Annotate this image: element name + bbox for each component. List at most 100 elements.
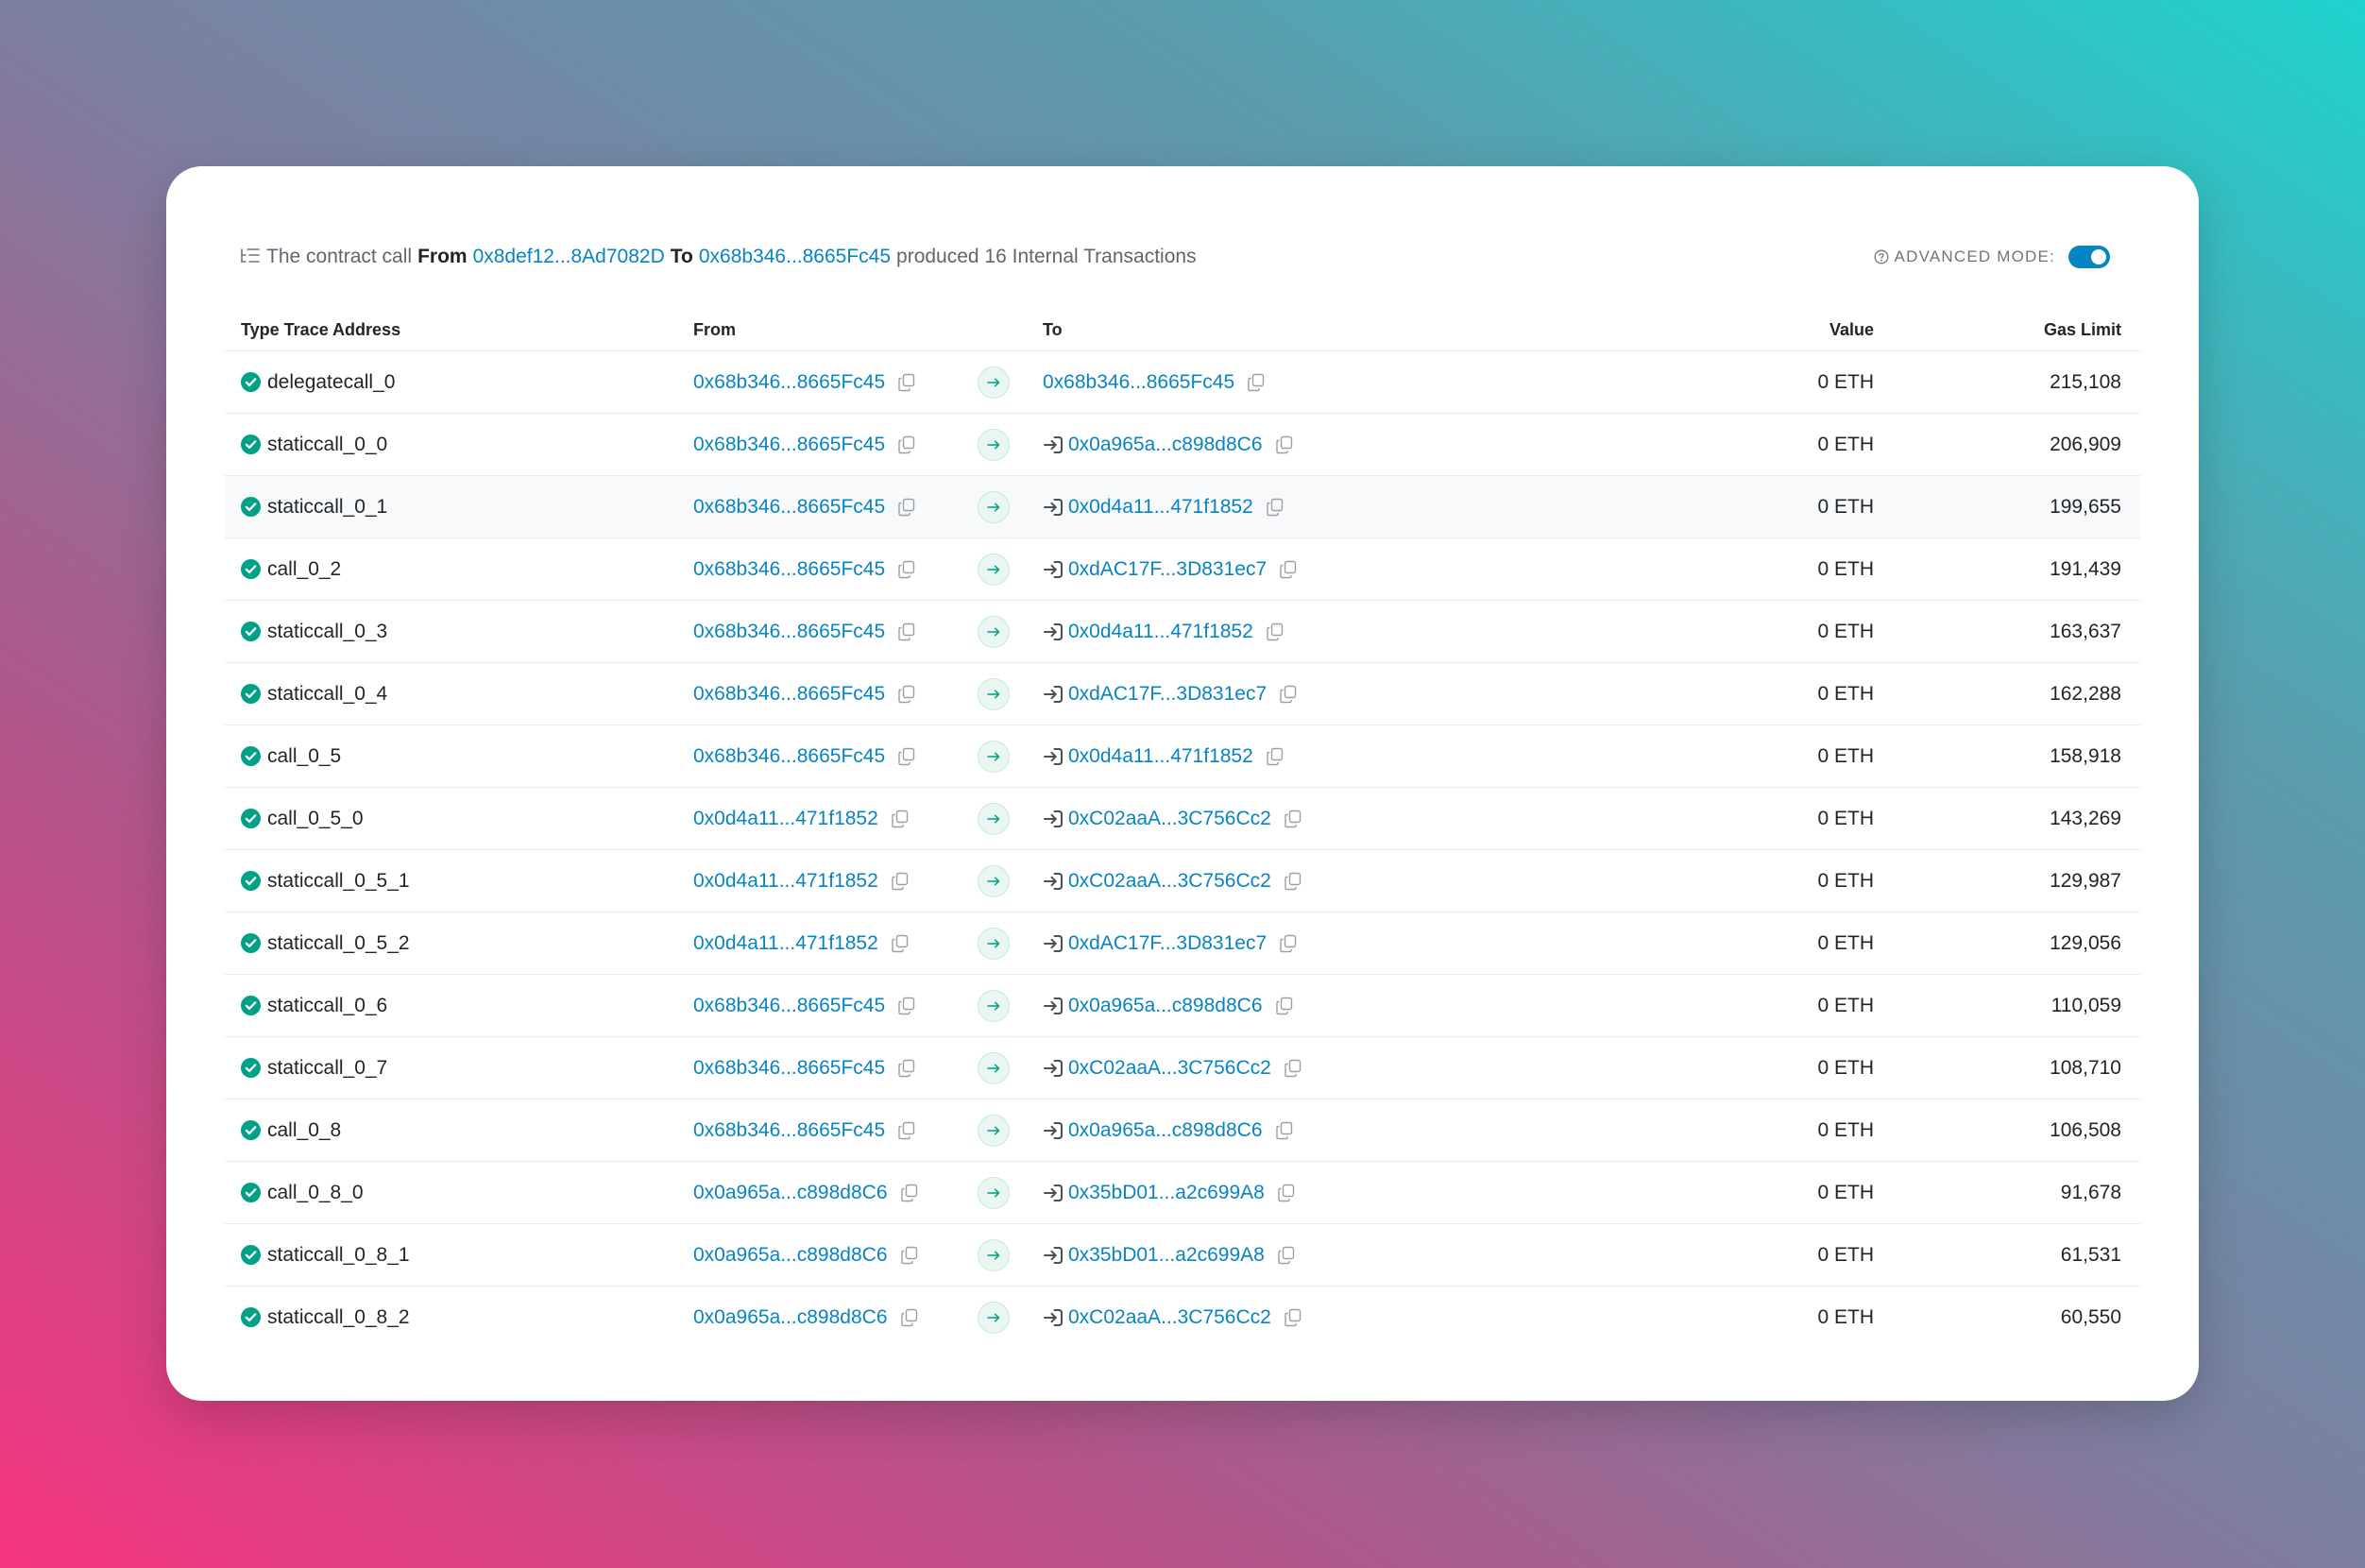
to-address-link[interactable]: 0x0a965a...c898d8C6 <box>1068 1119 1263 1142</box>
to-address-link[interactable]: 0x68b346...8665Fc45 <box>1043 371 1234 394</box>
from-address-link[interactable]: 0x68b346...8665Fc45 <box>693 683 885 706</box>
from-address-link[interactable]: 0x68b346...8665Fc45 <box>693 1119 885 1142</box>
from-address-link[interactable]: 0x68b346...8665Fc45 <box>693 558 885 581</box>
question-circle-icon[interactable] <box>1874 249 1889 264</box>
to-address-link[interactable]: 0x35bD01...a2c699A8 <box>1068 1182 1265 1204</box>
summary-to-address-link[interactable]: 0x68b346...8665Fc45 <box>699 246 891 268</box>
to-address-link[interactable]: 0x0d4a11...471f1852 <box>1068 745 1253 768</box>
from-address-link[interactable]: 0x68b346...8665Fc45 <box>693 434 885 456</box>
trace-type: staticcall_0_8_2 <box>267 1305 410 1328</box>
value-cell: 0 ETH <box>1817 476 1874 537</box>
from-address-link[interactable]: 0x0d4a11...471f1852 <box>693 808 878 830</box>
from-address-link[interactable]: 0x0d4a11...471f1852 <box>693 932 878 955</box>
type-cell: call_0_8 <box>241 1099 341 1161</box>
transaction-value: 0 ETH <box>1817 744 1874 767</box>
value-cell: 0 ETH <box>1817 788 1874 849</box>
from-address-link[interactable]: 0x68b346...8665Fc45 <box>693 371 885 394</box>
copy-icon[interactable] <box>1266 498 1285 517</box>
copy-icon[interactable] <box>1247 373 1266 392</box>
copy-icon[interactable] <box>1284 872 1302 891</box>
arrow-cell <box>978 1162 1010 1223</box>
trace-type: staticcall_0_0 <box>267 433 388 455</box>
copy-icon[interactable] <box>1266 747 1285 766</box>
to-address-link[interactable]: 0xC02aaA...3C756Cc2 <box>1068 808 1271 830</box>
gas-limit-cell: 206,909 <box>2050 414 2121 475</box>
copy-icon[interactable] <box>1279 934 1298 953</box>
from-address-link[interactable]: 0x0a965a...c898d8C6 <box>693 1244 888 1267</box>
copy-icon[interactable] <box>891 872 910 891</box>
copy-icon[interactable] <box>1277 1184 1296 1202</box>
gas-limit: 191,439 <box>2050 557 2121 580</box>
from-address-link[interactable]: 0x0d4a11...471f1852 <box>693 870 878 893</box>
enter-icon <box>1044 560 1063 578</box>
table-row: staticcall_0_5_1 0x0d4a11...471f1852 0xC… <box>225 850 2140 912</box>
table-row: delegatecall_0 0x68b346...8665Fc45 0x68b… <box>225 351 2140 414</box>
copy-icon[interactable] <box>897 373 916 392</box>
to-cell: 0x0d4a11...471f1852 <box>1043 725 1285 787</box>
from-address-link[interactable]: 0x0a965a...c898d8C6 <box>693 1306 888 1329</box>
table-row: staticcall_0_4 0x68b346...8665Fc45 0xdAC… <box>225 663 2140 725</box>
to-address-link[interactable]: 0xC02aaA...3C756Cc2 <box>1068 1057 1271 1080</box>
transaction-value: 0 ETH <box>1817 807 1874 829</box>
from-address-link[interactable]: 0x68b346...8665Fc45 <box>693 745 885 768</box>
type-cell: staticcall_0_1 <box>241 476 387 537</box>
copy-icon[interactable] <box>1284 1308 1302 1327</box>
copy-icon[interactable] <box>897 435 916 454</box>
trace-summary: The contract call From 0x8def12...8Ad708… <box>240 242 1202 272</box>
copy-icon[interactable] <box>900 1246 919 1265</box>
to-address-link[interactable]: 0x0a965a...c898d8C6 <box>1068 995 1263 1017</box>
enter-icon <box>1044 1308 1063 1326</box>
check-circle-icon <box>241 809 261 828</box>
to-address-link[interactable]: 0xdAC17F...3D831ec7 <box>1068 558 1267 581</box>
to-address-link[interactable]: 0x35bD01...a2c699A8 <box>1068 1244 1265 1267</box>
to-cell: 0xdAC17F...3D831ec7 <box>1043 663 1298 724</box>
copy-icon[interactable] <box>1266 622 1285 641</box>
arrow-right-icon <box>978 989 1010 1022</box>
copy-icon[interactable] <box>897 560 916 579</box>
copy-icon[interactable] <box>1275 435 1294 454</box>
copy-icon[interactable] <box>1275 997 1294 1015</box>
transaction-value: 0 ETH <box>1817 1056 1874 1079</box>
copy-icon[interactable] <box>1284 810 1302 828</box>
from-address-link[interactable]: 0x68b346...8665Fc45 <box>693 496 885 519</box>
enter-icon <box>1044 997 1063 1014</box>
summary-from-address-link[interactable]: 0x8def12...8Ad7082D <box>473 246 665 268</box>
transaction-value: 0 ETH <box>1817 869 1874 892</box>
copy-icon[interactable] <box>1284 1059 1302 1078</box>
copy-icon[interactable] <box>1277 1246 1296 1265</box>
copy-icon[interactable] <box>897 498 916 517</box>
advanced-mode-toggle[interactable] <box>2068 246 2110 268</box>
to-address-link[interactable]: 0x0d4a11...471f1852 <box>1068 496 1253 519</box>
copy-icon[interactable] <box>897 1121 916 1140</box>
from-address-link[interactable]: 0x68b346...8665Fc45 <box>693 995 885 1017</box>
copy-icon[interactable] <box>897 685 916 704</box>
to-address-link[interactable]: 0x0d4a11...471f1852 <box>1068 621 1253 643</box>
copy-icon[interactable] <box>897 997 916 1015</box>
gas-limit: 163,637 <box>2050 620 2121 642</box>
copy-icon[interactable] <box>1275 1121 1294 1140</box>
from-cell: 0x68b346...8665Fc45 <box>693 975 916 1036</box>
from-address-link[interactable]: 0x68b346...8665Fc45 <box>693 621 885 643</box>
gas-limit: 106,508 <box>2050 1118 2121 1141</box>
to-address-link[interactable]: 0x0a965a...c898d8C6 <box>1068 434 1263 456</box>
copy-icon[interactable] <box>897 1059 916 1078</box>
copy-icon[interactable] <box>897 747 916 766</box>
copy-icon[interactable] <box>891 934 910 953</box>
from-address-link[interactable]: 0x0a965a...c898d8C6 <box>693 1182 888 1204</box>
table-row: call_0_8 0x68b346...8665Fc45 0x0a965a...… <box>225 1099 2140 1162</box>
from-address-link[interactable]: 0x68b346...8665Fc45 <box>693 1057 885 1080</box>
to-address-link[interactable]: 0xdAC17F...3D831ec7 <box>1068 683 1267 706</box>
copy-icon[interactable] <box>897 622 916 641</box>
copy-icon[interactable] <box>1279 685 1298 704</box>
copy-icon[interactable] <box>900 1308 919 1327</box>
copy-icon[interactable] <box>891 810 910 828</box>
copy-icon[interactable] <box>1279 560 1298 579</box>
to-address-link[interactable]: 0xC02aaA...3C756Cc2 <box>1068 1306 1271 1329</box>
to-address-link[interactable]: 0xdAC17F...3D831ec7 <box>1068 932 1267 955</box>
to-address-link[interactable]: 0xC02aaA...3C756Cc2 <box>1068 870 1271 893</box>
list-tree-icon <box>241 248 260 263</box>
copy-icon[interactable] <box>900 1184 919 1202</box>
to-cell: 0x35bD01...a2c699A8 <box>1043 1224 1296 1286</box>
arrow-cell <box>978 1287 1010 1348</box>
transaction-value: 0 ETH <box>1817 557 1874 580</box>
